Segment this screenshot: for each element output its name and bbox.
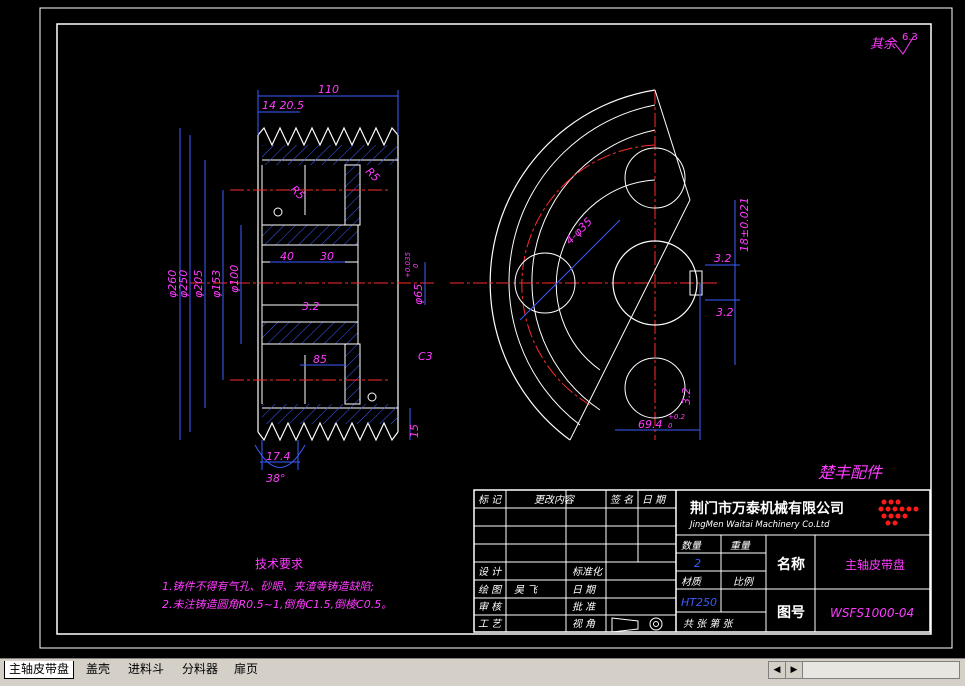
dim-69-4-tol-low: 0	[668, 422, 673, 430]
tb-design: 设 计	[478, 566, 502, 578]
tb-sign: 签 名	[610, 494, 634, 506]
tab-distributor[interactable]: 分料器	[178, 661, 222, 678]
dim-110: 110	[318, 83, 339, 96]
dim-dia-250: φ250	[177, 270, 190, 298]
dim-keyway: 18±0.021	[738, 197, 751, 252]
tech-req-line1: 1.铸件不得有气孔、砂眼、夹渣等铸造缺陷;	[162, 580, 374, 593]
tb-drawing-no-value: WSFS1000-04	[830, 606, 914, 620]
dim-69-4-tol-up: +0.2	[668, 413, 686, 421]
dim-69-4: 69.4	[638, 418, 663, 431]
tech-req-title: 技术要求	[255, 557, 303, 571]
angle-38: 38°	[266, 472, 286, 485]
tb-qty-value: 2	[694, 557, 701, 570]
tb-approve: 批 准	[572, 601, 596, 613]
chamfer-c3: C3	[418, 350, 433, 363]
scroll-left-icon[interactable]: ◀	[769, 662, 786, 678]
dim-30: 30	[320, 250, 334, 263]
tb-date-h: 日 期	[642, 494, 667, 506]
dim-17-4: 17.4	[266, 450, 291, 463]
rough-3-2-a: 3.2	[714, 252, 732, 265]
tab-cover[interactable]: 盖壳	[82, 661, 114, 678]
layout-tab-bar: 主轴皮带盘 盖壳 进料斗 分料器 扉页 ◀ ▶	[0, 658, 965, 686]
dim-bore: φ65	[412, 284, 425, 305]
tb-change: 更改内容	[534, 494, 576, 506]
tb-standardize: 标准化	[572, 566, 604, 578]
tb-projection: 视 角	[572, 618, 596, 630]
company-name-cn: 荆门市万泰机械有限公司	[690, 500, 844, 517]
dim-14-20: 14 20.5	[262, 99, 304, 112]
rough-3-2-c: 3.2	[680, 388, 693, 406]
roughness-note: 其余	[870, 36, 898, 52]
tb-scale-label: 比例	[733, 576, 755, 588]
tech-req-line2: 2.未注铸造圆角R0.5~1,倒角C1.5,倒棱C0.5。	[162, 598, 392, 611]
projection-symbol-icon	[611, 617, 663, 633]
tb-qty-label: 数量	[681, 540, 702, 552]
right-end-view	[450, 89, 720, 441]
rough-3-2-mid: 3.2	[302, 300, 320, 313]
drawing-viewport[interactable]: 其余 6.3 110 14 20.5 φ260 φ250 φ205 φ153 φ…	[0, 0, 965, 658]
dim-bore-tol-low: 0	[412, 263, 420, 268]
tb-material-label: 材质	[681, 576, 703, 588]
tb-drafter: 吴 飞	[514, 585, 538, 596]
dim-dia-153: φ153	[210, 270, 223, 298]
tab-title-page[interactable]: 扉页	[230, 661, 262, 678]
company-logo-icon	[878, 499, 919, 526]
tb-weight-label: 重量	[730, 540, 751, 552]
tb-name-value: 主轴皮带盘	[845, 557, 905, 572]
tb-name-label: 名称	[777, 556, 805, 573]
tb-date: 日 期	[572, 584, 597, 596]
tb-review: 审 核	[478, 601, 503, 613]
horizontal-scrollbar[interactable]: ◀ ▶	[768, 661, 960, 679]
left-section-view	[190, 126, 435, 442]
dim-bore-tol-up: +0.035	[404, 252, 412, 278]
dim-85: 85	[313, 353, 327, 366]
dim-r5-b: R5	[363, 165, 383, 185]
supplier-label: 楚丰配件	[818, 463, 884, 482]
tb-process: 工 艺	[478, 618, 503, 630]
tb-drawing-no-label: 图号	[777, 605, 805, 621]
tb-draw: 绘 图	[478, 584, 503, 596]
scroll-right-icon[interactable]: ▶	[786, 662, 803, 678]
tb-mark: 标 记	[478, 494, 502, 506]
rough-3-2-b: 3.2	[716, 306, 734, 319]
roughness-value: 6.3	[902, 32, 918, 43]
tab-main-pulley[interactable]: 主轴皮带盘	[4, 661, 75, 679]
company-name-en: JingMen Waitai Machinery Co.Ltd	[688, 520, 830, 530]
dim-15: 15	[408, 424, 421, 438]
dim-40: 40	[280, 250, 294, 263]
dim-dia-100: φ100	[228, 265, 241, 293]
tab-feed-hopper[interactable]: 进料斗	[124, 661, 168, 678]
sheet-inner-border	[56, 23, 932, 635]
tb-sheets: 共 张 第 张	[683, 618, 735, 630]
tb-material-value: HT250	[681, 596, 717, 609]
cad-drawing: 其余 6.3 110 14 20.5 φ260 φ250 φ205 φ153 φ…	[39, 7, 953, 649]
dim-dia-205: φ205	[192, 270, 205, 298]
